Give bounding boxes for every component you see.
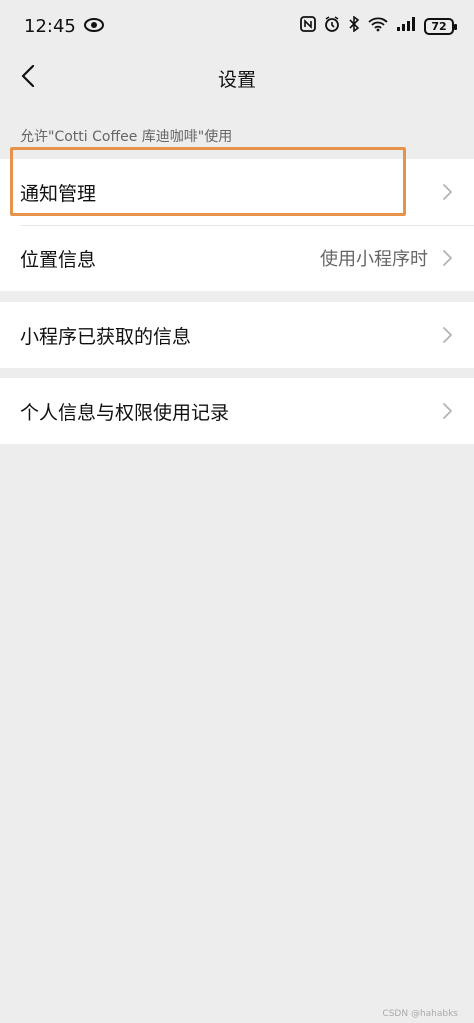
notification-management-row[interactable]: 通知管理 (0, 159, 474, 225)
row-value: 使用小程序时 (320, 249, 428, 270)
eye-icon (83, 16, 104, 37)
back-button[interactable] (14, 64, 42, 92)
settings-group-1: 通知管理 位置信息 使用小程序时 (0, 159, 474, 291)
row-label: 位置信息 (20, 248, 97, 271)
section-caption: 允许"Cotti Coffee 库迪咖啡"使用 (20, 129, 233, 145)
chevron-left-icon (21, 64, 35, 91)
row-label: 小程序已获取的信息 (20, 325, 192, 348)
bluetooth-icon (348, 15, 360, 36)
signal-icon (396, 16, 416, 36)
row-label: 个人信息与权限使用记录 (20, 401, 230, 424)
status-time: 12:45 (24, 15, 76, 37)
location-info-row[interactable]: 位置信息 使用小程序时 (0, 225, 474, 291)
obtained-info-row[interactable]: 小程序已获取的信息 (0, 302, 474, 368)
status-bar: 12:45 72 (0, 0, 474, 52)
permission-records-row[interactable]: 个人信息与权限使用记录 (0, 378, 474, 444)
wifi-icon (368, 16, 388, 36)
settings-group-3: 个人信息与权限使用记录 (0, 378, 474, 444)
chevron-right-icon (442, 183, 454, 201)
alarm-icon (324, 16, 340, 36)
chevron-right-icon (442, 326, 454, 344)
settings-group-2: 小程序已获取的信息 (0, 302, 474, 368)
row-label: 通知管理 (20, 182, 97, 205)
settings-page: 12:45 72 设置 允许"Cotti Coffee 库迪咖啡"使用 通知管理… (0, 0, 474, 1023)
chevron-right-icon (442, 249, 454, 267)
status-right: 72 (300, 15, 457, 36)
battery-indicator: 72 (424, 17, 457, 35)
nav-bar: 设置 (0, 52, 474, 104)
page-title: 设置 (217, 68, 256, 91)
status-left: 12:45 (24, 16, 104, 37)
watermark: CSDN @hahabks (382, 1009, 458, 1019)
chevron-right-icon (442, 402, 454, 420)
nfc-icon (300, 16, 316, 36)
